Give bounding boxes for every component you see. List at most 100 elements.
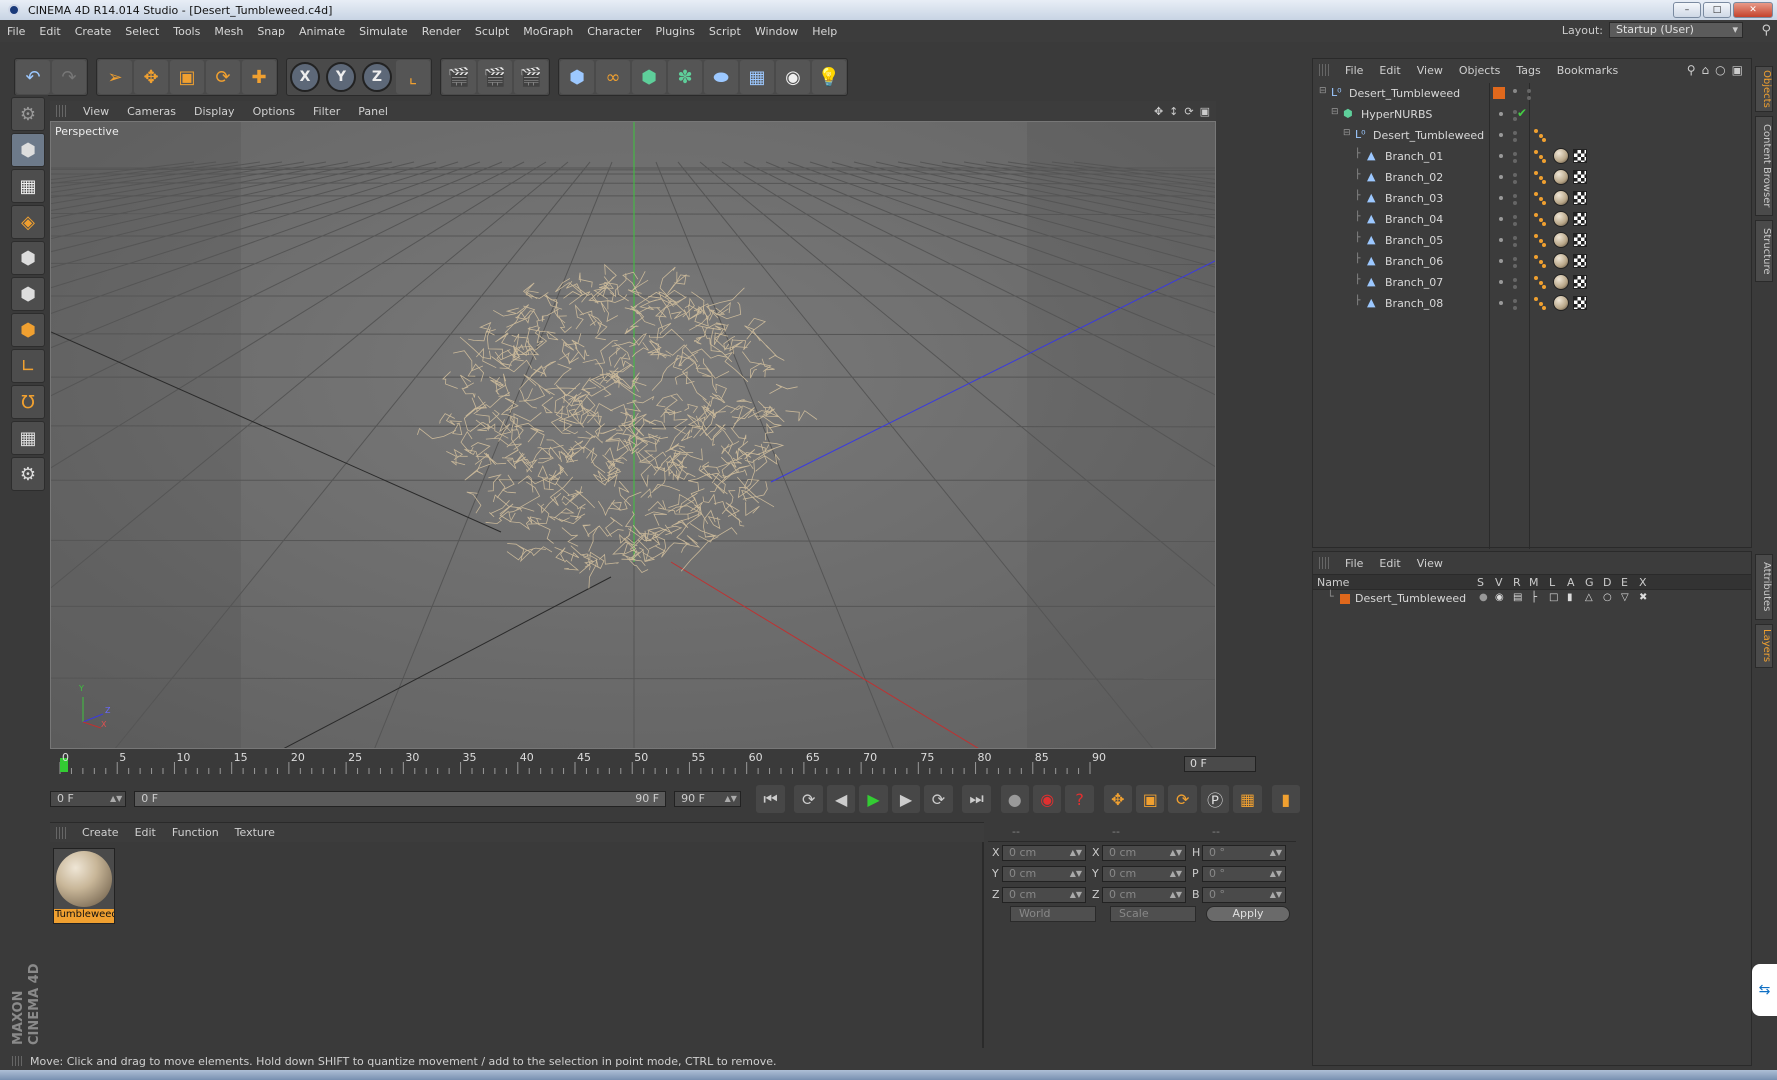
render-picture-viewer-icon[interactable]: 🎬 bbox=[478, 60, 512, 94]
search-icon[interactable]: ⚲ bbox=[1687, 63, 1696, 77]
uvw-tag-icon[interactable] bbox=[1573, 233, 1587, 247]
material-menu-texture[interactable]: Texture bbox=[227, 826, 283, 839]
xref-icon[interactable]: ✖ bbox=[1639, 592, 1647, 603]
panel-grip-icon[interactable] bbox=[1319, 64, 1331, 76]
expand-toggle-icon[interactable]: ⊟ bbox=[1319, 86, 1327, 96]
uvw-tag-icon[interactable] bbox=[1573, 212, 1587, 226]
object-row[interactable]: ⊟ L⁰ Desert_Tumbleweed bbox=[1313, 83, 1753, 104]
viewport-menu-display[interactable]: Display bbox=[185, 105, 244, 118]
object-menu-file[interactable]: File bbox=[1337, 64, 1371, 77]
render-icon[interactable]: ▤ bbox=[1513, 592, 1522, 603]
close-button[interactable]: ✕ bbox=[1733, 2, 1773, 18]
rotation-b-field[interactable]: 0 ° ▲▼ bbox=[1202, 886, 1286, 903]
panel-grip-icon[interactable] bbox=[56, 826, 68, 839]
record-point-level-icon[interactable]: ▦ bbox=[1233, 785, 1262, 813]
position-y-field[interactable]: 0 cm ▲▼ bbox=[1002, 865, 1086, 882]
x-axis-lock-icon[interactable]: X bbox=[290, 62, 320, 92]
solo-dot-icon[interactable]: ● bbox=[1479, 592, 1488, 603]
layer-col-animation[interactable]: A bbox=[1567, 576, 1575, 589]
visibility-dots-icon[interactable] bbox=[1513, 87, 1533, 101]
tab-structure[interactable]: Structure bbox=[1755, 220, 1773, 282]
record-rotation-icon[interactable]: ⟳ bbox=[1168, 785, 1197, 813]
floor-icon[interactable]: ▦ bbox=[740, 60, 774, 94]
play-icon[interactable]: ▶ bbox=[859, 785, 888, 813]
object-menu-edit[interactable]: Edit bbox=[1371, 64, 1408, 77]
layer-col-manager[interactable]: M bbox=[1529, 576, 1539, 589]
tab-attributes[interactable]: Attributes bbox=[1755, 554, 1773, 620]
array-icon[interactable]: ✽ bbox=[668, 60, 702, 94]
visibility-dots-icon[interactable] bbox=[1499, 213, 1519, 227]
material-thumbnail[interactable]: Tumbleweed bbox=[53, 848, 115, 924]
panel-grip-icon[interactable] bbox=[1319, 557, 1331, 569]
material-tag-icon[interactable] bbox=[1553, 274, 1569, 290]
object-row[interactable]: ├ ▲ Branch_07 bbox=[1313, 272, 1753, 293]
layer-color-swatch[interactable] bbox=[1493, 87, 1505, 99]
apply-button[interactable]: Apply bbox=[1206, 906, 1290, 922]
material-tag-icon[interactable] bbox=[1553, 253, 1569, 269]
previous-key-icon[interactable]: ⟳ bbox=[794, 785, 823, 813]
panel-grip-icon[interactable] bbox=[12, 1056, 22, 1066]
visibility-dots-icon[interactable] bbox=[1499, 150, 1519, 164]
visibility-dots-icon[interactable] bbox=[1499, 192, 1519, 206]
size-y-field[interactable]: 0 cm ▲▼ bbox=[1102, 865, 1186, 882]
object-row[interactable]: ├ ▲ Branch_05 bbox=[1313, 230, 1753, 251]
visibility-dots-icon[interactable] bbox=[1499, 108, 1519, 122]
material-tag-icon[interactable] bbox=[1553, 190, 1569, 206]
deformer-icon[interactable]: ○ bbox=[1603, 592, 1612, 603]
object-menu-view[interactable]: View bbox=[1409, 64, 1451, 77]
manager-icon[interactable]: ├ bbox=[1531, 592, 1537, 603]
edges-mode-icon[interactable]: ⬢ bbox=[11, 277, 45, 311]
uvw-tag-icon[interactable] bbox=[1573, 191, 1587, 205]
layer-col-xref[interactable]: X bbox=[1639, 576, 1647, 589]
visibility-dots-icon[interactable] bbox=[1499, 297, 1519, 311]
display-tag-icon[interactable] bbox=[1534, 276, 1548, 290]
z-axis-lock-icon[interactable]: Z bbox=[362, 62, 392, 92]
points-mode-icon[interactable]: ⬢ bbox=[11, 241, 45, 275]
subdivision-surface-icon[interactable]: ⬢ bbox=[632, 60, 666, 94]
cube-icon[interactable]: ⬢ bbox=[560, 60, 594, 94]
start-frame-field[interactable]: 0 F ▲▼ bbox=[50, 791, 127, 807]
menu-window[interactable]: Window bbox=[748, 25, 805, 38]
layer-col-render[interactable]: R bbox=[1513, 576, 1521, 589]
spline-pen-icon[interactable]: ∞ bbox=[596, 60, 630, 94]
workplane-mode-icon[interactable]: ◈ bbox=[11, 205, 45, 239]
menu-simulate[interactable]: Simulate bbox=[352, 25, 415, 38]
uvw-tag-icon[interactable] bbox=[1573, 296, 1587, 310]
layer-col-visible[interactable]: V bbox=[1495, 576, 1503, 589]
menu-file[interactable]: File bbox=[0, 25, 32, 38]
camera-icon[interactable]: ◉ bbox=[776, 60, 810, 94]
light-icon[interactable]: 💡 bbox=[812, 60, 846, 94]
expression-icon[interactable]: ▽ bbox=[1621, 592, 1629, 603]
make-editable-icon[interactable]: ⚙ bbox=[11, 97, 45, 131]
display-tag-icon[interactable] bbox=[1534, 297, 1548, 311]
end-frame-field[interactable]: 90 F ▲▼ bbox=[674, 791, 741, 807]
uvw-tag-icon[interactable] bbox=[1573, 275, 1587, 289]
record-parameter-icon[interactable]: Ⓟ bbox=[1200, 785, 1230, 813]
display-tag-icon[interactable] bbox=[1534, 129, 1548, 143]
axis-mode-icon[interactable]: ∟ bbox=[11, 349, 45, 383]
workplane-lock-icon[interactable]: ⚙ bbox=[11, 457, 45, 491]
live-selection-icon[interactable]: ➢ bbox=[98, 60, 132, 94]
object-row[interactable]: ├ ▲ Branch_03 bbox=[1313, 188, 1753, 209]
visibility-dots-icon[interactable] bbox=[1499, 129, 1519, 143]
display-tag-icon[interactable] bbox=[1534, 192, 1548, 206]
last-tool-icon[interactable]: ✚ bbox=[242, 60, 276, 94]
rotation-p-field[interactable]: 0 ° ▲▼ bbox=[1202, 865, 1286, 882]
autokey-icon[interactable]: ◉ bbox=[1032, 785, 1062, 813]
menu-select[interactable]: Select bbox=[118, 25, 166, 38]
coordinate-mode-dropdown[interactable]: Scale bbox=[1110, 906, 1196, 922]
display-tag-icon[interactable] bbox=[1534, 234, 1548, 248]
display-tag-icon[interactable] bbox=[1534, 171, 1548, 185]
layer-col-name[interactable]: Name bbox=[1317, 576, 1349, 589]
y-axis-lock-icon[interactable]: Y bbox=[326, 62, 356, 92]
nav-back-icon[interactable]: ○ bbox=[1715, 63, 1725, 77]
layer-col-deformers[interactable]: D bbox=[1603, 576, 1611, 589]
layer-menu-file[interactable]: File bbox=[1337, 557, 1371, 570]
go-to-start-icon[interactable]: ⏮ bbox=[756, 785, 785, 813]
rotation-h-field[interactable]: 0 ° ▲▼ bbox=[1202, 844, 1286, 861]
redo-icon[interactable]: ↷ bbox=[52, 60, 86, 94]
timeline-layout-icon[interactable]: ▮ bbox=[1271, 785, 1300, 813]
menu-edit[interactable]: Edit bbox=[32, 25, 67, 38]
menu-help[interactable]: Help bbox=[805, 25, 844, 38]
viewport-menu-filter[interactable]: Filter bbox=[304, 105, 349, 118]
